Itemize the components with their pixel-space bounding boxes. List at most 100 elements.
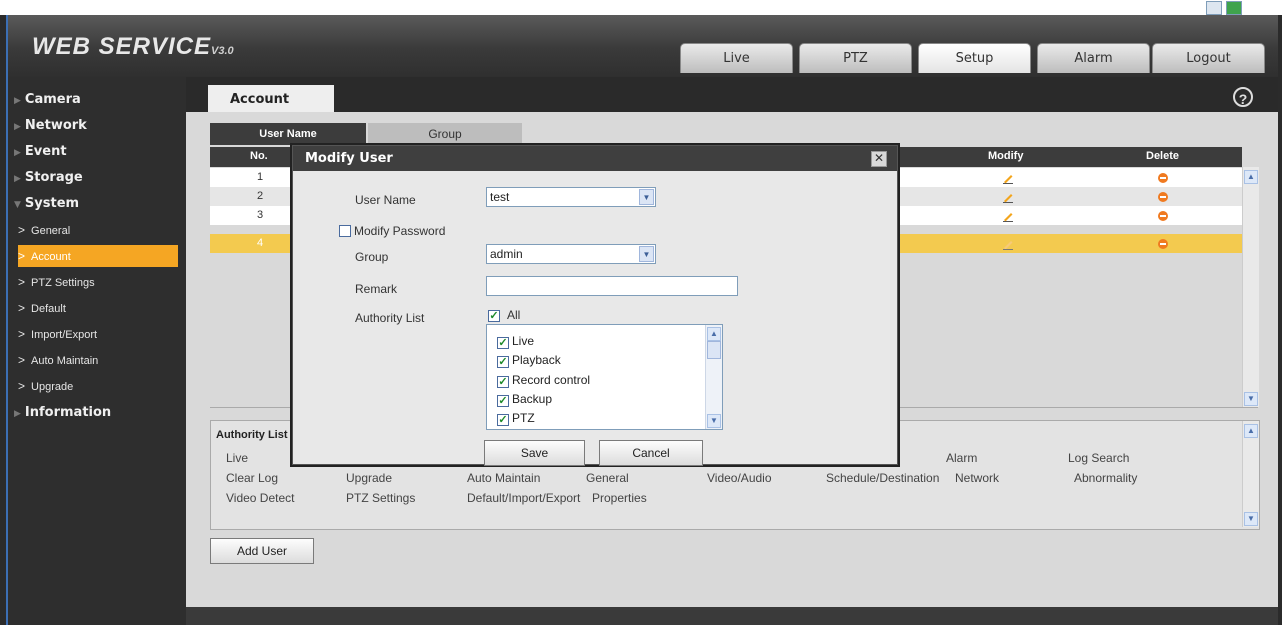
sidebar-section-camera[interactable]: ▶ Camera [14,92,81,107]
scroll-up-icon[interactable]: ▲ [1244,170,1258,184]
edit-pencil-icon[interactable] [1002,210,1014,222]
authority-item: Auto Maintain [467,471,541,485]
chevron-down-icon: ▼ [639,246,654,262]
sidebar-item-auto-maintain[interactable]: > Auto Maintain [18,349,178,371]
sidebar-item-ptz-settings[interactable]: > PTZ Settings [18,271,178,293]
sidebar-item-general[interactable]: > General [18,219,178,241]
nav-tab-logout[interactable]: Logout [1152,43,1265,73]
sidebar-item-label: Default [31,303,66,315]
row-number: 1 [257,171,264,183]
sidebar-item-label: Upgrade [31,381,74,393]
checkbox[interactable]: ✓ [497,395,509,407]
col-modify: Modify [988,150,1024,162]
chevron-right-icon: > [18,379,26,393]
modify-password-checkbox[interactable]: ✓ [339,225,351,237]
sidebar-section-network[interactable]: ▶ Network [14,118,87,133]
authority-option-ptz[interactable]: ✓ PTZ [497,411,535,426]
user-name-select[interactable]: test ▼ [486,187,656,207]
user-name-label: User Name [355,193,416,207]
checkbox[interactable]: ✓ [497,414,509,426]
subtab-group[interactable]: Group [368,123,522,145]
subtab-user-name[interactable]: User Name [210,123,366,145]
scroll-down-icon[interactable]: ▼ [1244,392,1258,406]
collapsed-arrow-icon: ▶ [14,148,21,158]
browser-strip [0,0,1282,15]
sidebar-item-label: Auto Maintain [31,355,99,367]
authority-option-record-control[interactable]: ✓ Record control [497,373,590,388]
authority-option-playback[interactable]: ✓ Playback [497,353,561,368]
save-button[interactable]: Save [484,440,585,466]
close-icon[interactable]: ✕ [871,151,887,167]
edit-pencil-icon[interactable] [1002,238,1014,250]
nav-tab-alarm[interactable]: Alarm [1037,43,1150,73]
checkbox[interactable]: ✓ [497,376,509,388]
delete-icon[interactable] [1158,192,1168,202]
scroll-down-icon[interactable]: ▼ [1244,512,1258,526]
add-user-button[interactable]: Add User [210,538,314,564]
checkbox[interactable]: ✓ [497,356,509,368]
delete-icon[interactable] [1158,211,1168,221]
option-label: Record control [512,373,591,387]
sidebar-item-label: General [31,225,71,237]
sidebar-item-label: Account [31,251,71,263]
sidebar-item-import-export[interactable]: > Import/Export [18,323,178,345]
authority-item: Video/Audio [707,471,772,485]
listbox-scrollbar[interactable]: ▲ ▼ [705,325,722,429]
chevron-right-icon: > [18,249,26,263]
restore-icon[interactable] [1206,1,1222,15]
group-value: admin [490,247,523,261]
edit-pencil-icon[interactable] [1002,191,1014,203]
tab-account[interactable]: Account [208,85,334,112]
sidebar-section-system[interactable]: ▼ System [14,196,79,211]
sidebar-item-default[interactable]: > Default [18,297,178,319]
group-select[interactable]: admin ▼ [486,244,656,264]
dialog-title-bar: Modify User ✕ [293,146,897,171]
option-label: Backup [512,392,553,406]
table-scrollbar[interactable] [1242,167,1259,407]
dialog-title: Modify User [305,151,393,166]
collapsed-arrow-icon: ▶ [14,174,21,184]
chevron-right-icon: > [18,223,26,237]
scroll-thumb[interactable] [707,341,721,359]
sidebar-item-account[interactable]: > Account [18,245,178,267]
remark-input[interactable] [486,276,738,296]
authority-item: Default/Import/Export [467,491,581,505]
modify-password-label: Modify Password [354,224,446,238]
sidebar-item-label: Import/Export [31,329,98,341]
authority-option-live[interactable]: ✓ Live [497,334,534,349]
delete-icon[interactable] [1158,173,1168,183]
row-number: 3 [257,209,264,221]
scroll-down-icon[interactable]: ▼ [707,414,721,428]
sidebar-item-upgrade[interactable]: > Upgrade [18,375,178,397]
authority-item: Abnormality [1074,471,1138,485]
sidebar-section-storage[interactable]: ▶ Storage [14,170,83,185]
cancel-button[interactable]: Cancel [599,440,703,466]
authority-listbox[interactable]: ✓ Live ✓ Playback ✓ Record control ✓ Backup … [486,324,723,430]
sidebar-section-label: Information [24,405,112,420]
collapsed-arrow-icon: ▶ [14,122,21,132]
authority-item: Log Search [1068,451,1130,465]
sidebar-section-label: Camera [24,92,81,107]
edit-pencil-icon[interactable] [1002,172,1014,184]
authority-item: Clear Log [226,471,279,485]
option-label: Playback [512,353,561,367]
option-label: PTZ [512,411,535,425]
authority-item: Video Detect [226,491,295,505]
help-icon[interactable]: ? [1233,87,1253,107]
authority-option-backup[interactable]: ✓ Backup [497,392,552,407]
sidebar-section-event[interactable]: ▶ Event [14,144,67,159]
sidebar-section-label: Storage [24,170,83,185]
nav-tab-ptz[interactable]: PTZ [799,43,912,73]
collapsed-arrow-icon: ▶ [14,96,21,106]
all-checkbox[interactable]: ✓ [488,310,500,322]
sidebar-section-information[interactable]: ▶ Information [14,405,111,420]
delete-icon[interactable] [1158,239,1168,249]
scroll-up-icon[interactable]: ▲ [1244,424,1258,438]
checkbox[interactable]: ✓ [497,337,509,349]
scroll-up-icon[interactable]: ▲ [707,327,721,341]
col-delete: Delete [1146,150,1180,162]
user-name-value: test [490,190,510,204]
nav-tab-live[interactable]: Live [680,43,793,73]
sidebar-section-label: Network [24,118,87,133]
nav-tab-setup[interactable]: Setup [918,43,1031,73]
